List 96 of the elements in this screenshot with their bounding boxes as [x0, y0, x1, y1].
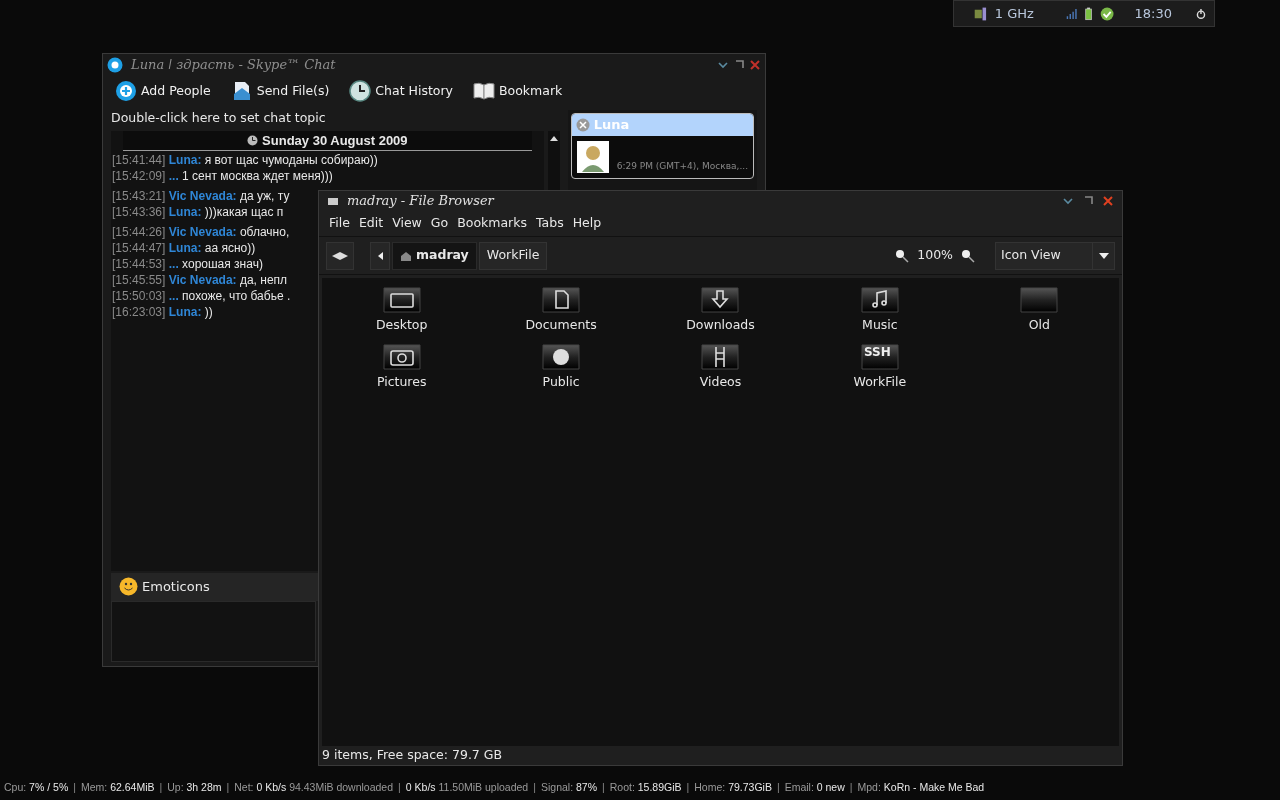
smiley-icon [119, 577, 138, 597]
toolbar-button[interactable]: Add People [115, 80, 211, 102]
toolbar-button[interactable]: Bookmark [473, 80, 563, 102]
clock-icon [247, 134, 259, 146]
open-book-icon [473, 80, 495, 102]
menu-item[interactable]: Go [430, 214, 449, 233]
close-icon[interactable] [749, 59, 761, 71]
view-dropdown[interactable]: Icon View [995, 241, 1115, 270]
chat-message: [15:44:47] Luna: аа ясно)) [112, 239, 256, 256]
chat-message: [15:45:55] Vic Nevada: да, непл [112, 271, 288, 288]
folder-icon [540, 284, 583, 314]
folder-item[interactable]: Downloads [640, 284, 801, 335]
folder-icon [380, 284, 423, 314]
maximize-icon[interactable] [1082, 196, 1094, 206]
path-button[interactable]: madray [392, 241, 477, 270]
status-text: 9 items, Free space: 79.7 GB [321, 746, 504, 765]
menu-item[interactable]: Bookmarks [457, 214, 527, 233]
separator: | [533, 779, 536, 795]
status-item: Net: 0 Kb/s 94.43MiB downloaded [234, 779, 394, 795]
maximize-icon[interactable] [733, 60, 745, 70]
chat-message: [15:44:26] Vic Nevada: облачно, [112, 223, 290, 240]
status-item: Email: 0 new [784, 779, 845, 795]
separator: | [398, 779, 401, 795]
menu-item[interactable]: View [392, 214, 422, 233]
menu-item[interactable]: Help [572, 214, 602, 233]
status-item: Root: 15.89GiB [609, 779, 682, 795]
status-item: Home: 79.73GiB [694, 779, 772, 795]
status-item: Cpu: 7% / 5% [4, 779, 69, 795]
status-item: Signal: 87% [540, 779, 597, 795]
back-button[interactable] [370, 241, 390, 270]
plus-bubble-icon [115, 80, 137, 102]
folder-item[interactable]: Public [481, 340, 641, 392]
folder-item[interactable]: Pictures [322, 340, 482, 392]
message-input[interactable] [111, 600, 316, 662]
folder-icon [1018, 284, 1061, 314]
contact-header: Luna [571, 114, 753, 136]
status-item: 0 Kb/s 11.50MiB uploaded [405, 779, 529, 795]
drive-icon [331, 250, 349, 261]
folder-item[interactable]: Old [959, 284, 1119, 335]
path-button[interactable]: WorkFile [478, 241, 548, 270]
folder-item[interactable]: Videos [640, 340, 801, 392]
drive-icon [327, 195, 339, 207]
contact-info: 6:29 PM (GMT+4), Москва,... [616, 159, 748, 173]
separator: | [226, 779, 230, 795]
chat-message: [15:41:44] Luna: я вот щас чумоданы собираю)) [112, 151, 378, 168]
folder-item[interactable]: Music [800, 284, 960, 335]
minimize-icon[interactable] [717, 60, 729, 70]
status-item: Up: 3h 28m [167, 779, 222, 795]
folder-item[interactable]: Desktop [322, 284, 482, 335]
chat-message: [15:43:21] Vic Nevada: да уж, ту [112, 187, 290, 204]
window-title: madray - File Browser [347, 192, 494, 211]
scroll-up-icon[interactable] [549, 134, 558, 141]
menu-item[interactable]: File [329, 214, 350, 233]
chat-message: [15:42:09] ... 1 сент москва ждет меня))) [112, 167, 333, 184]
ssh-label: SSH [863, 343, 891, 360]
folder-icon [858, 284, 901, 314]
close-icon[interactable] [1102, 195, 1114, 207]
avatar-silhouette [576, 141, 609, 173]
chat-bubble-icon [107, 57, 123, 73]
left-triangle-icon [377, 251, 383, 260]
signal-bars-icon[interactable] [1065, 6, 1078, 21]
clock-time: 18:30 [1134, 4, 1173, 23]
separator: | [602, 779, 605, 795]
folder-icon [699, 284, 742, 314]
separator: | [686, 779, 690, 795]
home-icon [400, 250, 412, 261]
chat-message: [15:44:53] ... хорошая знач) [112, 255, 263, 272]
chat-topic[interactable]: Double-click here to set chat topic [111, 106, 560, 131]
separator: | [159, 779, 163, 795]
contact-card[interactable]: Luna 6:29 PM (GMT+4), Москва,... [570, 113, 754, 179]
zoom-level: 100% [917, 246, 953, 265]
close-icon[interactable] [575, 118, 590, 132]
clock-icon [349, 80, 372, 102]
menu-item[interactable]: Edit [358, 214, 384, 233]
emoticons-button[interactable]: Emoticons [119, 577, 210, 597]
chat-message: [15:43:36] Luna: )))какая щас п [112, 203, 284, 220]
toolbar-button[interactable]: Chat History [349, 80, 453, 102]
window-title: Luna ǀ здрасть - Skype™ Chat [131, 56, 336, 75]
status-item: Mpd: KoRn - Make Me Bad [857, 779, 985, 795]
folder-item[interactable]: SSH WorkFile [800, 340, 960, 392]
chat-message: [16:23:03] Luna: )) [112, 303, 213, 320]
zoom-out-icon[interactable] [895, 248, 910, 263]
chat-message: [15:50:03] ... похоже, что бабье . [112, 287, 291, 304]
separator: | [849, 779, 853, 795]
toolbar-button[interactable]: Send File(s) [230, 80, 330, 102]
minimize-icon[interactable] [1062, 196, 1074, 206]
menu-item[interactable]: Tabs [536, 214, 564, 233]
folder-item[interactable]: Documents [481, 284, 641, 335]
date-header: Sunday 30 August 2009 [123, 130, 532, 151]
status-item: Mem: 62.64MiB [80, 779, 155, 795]
zoom-in-icon[interactable] [961, 248, 975, 263]
separator: | [776, 779, 780, 795]
dropdown-arrow-icon [1098, 252, 1109, 259]
drive-button[interactable] [326, 241, 354, 270]
separator: | [73, 779, 76, 795]
cpu-frequency: 1 GHz [994, 4, 1034, 23]
